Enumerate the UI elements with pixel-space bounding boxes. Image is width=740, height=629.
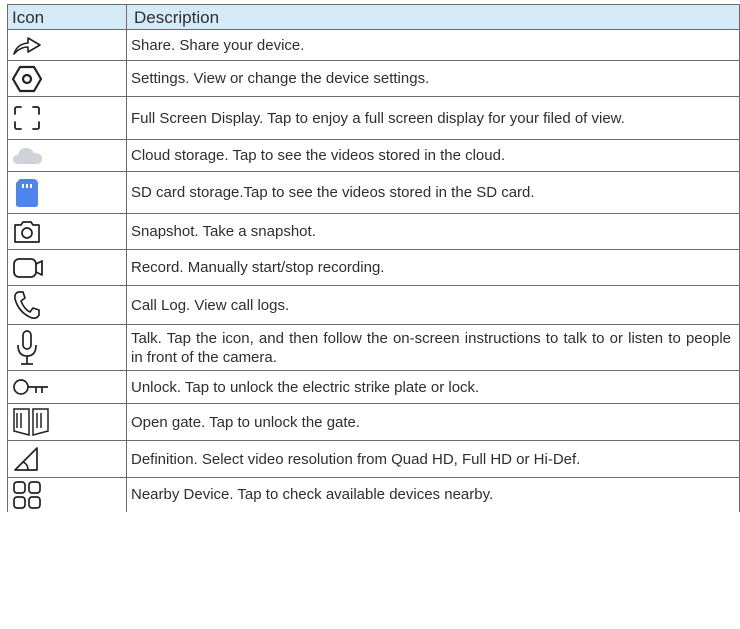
table-row: Talk. Tap the icon, and then follow the … bbox=[7, 324, 740, 371]
description-cell: Unlock. Tap to unlock the electric strik… bbox=[126, 370, 740, 404]
icon-cell bbox=[7, 403, 127, 441]
full-screen-icon bbox=[14, 106, 40, 130]
description-cell: Full Screen Display. Tap to enjoy a full… bbox=[126, 96, 740, 140]
table-row: Record. Manually start/stop recording. bbox=[7, 249, 740, 286]
icon-cell bbox=[7, 139, 127, 172]
description-cell: Snapshot. Take a snapshot. bbox=[126, 213, 740, 250]
column-header-icon: Icon bbox=[7, 4, 127, 30]
description-cell: SD card storage.Tap to see the videos st… bbox=[126, 171, 740, 214]
key-icon bbox=[13, 379, 48, 395]
table-row: Share. Share your device. bbox=[7, 29, 740, 61]
icon-cell bbox=[7, 249, 127, 286]
settings-icon bbox=[11, 65, 43, 92]
description-cell: Nearby Device. Tap to check available de… bbox=[126, 477, 740, 512]
icon-cell bbox=[7, 96, 127, 140]
table-row: Full Screen Display. Tap to enjoy a full… bbox=[7, 96, 740, 140]
video-camera-icon bbox=[13, 257, 43, 278]
table-row: Nearby Device. Tap to check available de… bbox=[7, 477, 740, 512]
icon-cell bbox=[7, 440, 127, 478]
icon-cell bbox=[7, 285, 127, 325]
table-row: SD card storage.Tap to see the videos st… bbox=[7, 171, 740, 214]
description-cell: Call Log. View call logs. bbox=[126, 285, 740, 325]
icon-cell bbox=[7, 324, 127, 371]
icon-cell bbox=[7, 370, 127, 404]
share-icon bbox=[13, 37, 41, 55]
table-row: Call Log. View call logs. bbox=[7, 285, 740, 325]
column-header-description: Description bbox=[126, 4, 740, 30]
table-row: Open gate. Tap to unlock the gate. bbox=[7, 403, 740, 441]
icon-cell bbox=[7, 171, 127, 214]
description-cell: Definition. Select video resolution from… bbox=[126, 440, 740, 478]
phone-icon bbox=[13, 291, 40, 320]
table-row: Definition. Select video resolution from… bbox=[7, 440, 740, 478]
icon-cell bbox=[7, 60, 127, 97]
icon-cell bbox=[7, 29, 127, 61]
icon-description-table: Icon Description Share. Share your devic… bbox=[7, 4, 740, 512]
gate-icon bbox=[13, 408, 49, 436]
description-cell: Talk. Tap the icon, and then follow the … bbox=[126, 324, 740, 371]
description-cell: Settings. View or change the device sett… bbox=[126, 60, 740, 97]
table-row: Cloud storage. Tap to see the videos sto… bbox=[7, 139, 740, 172]
sd-card-icon bbox=[16, 178, 38, 207]
description-cell: Open gate. Tap to unlock the gate. bbox=[126, 403, 740, 441]
nearby-device-icon bbox=[13, 480, 41, 509]
cloud-icon bbox=[13, 147, 42, 164]
table-header-row: Icon Description bbox=[7, 4, 740, 30]
description-cell: Record. Manually start/stop recording. bbox=[126, 249, 740, 286]
table-row: Snapshot. Take a snapshot. bbox=[7, 213, 740, 250]
table-row: Unlock. Tap to unlock the electric strik… bbox=[7, 370, 740, 404]
description-cell: Share. Share your device. bbox=[126, 29, 740, 61]
icon-cell bbox=[7, 213, 127, 250]
description-cell: Cloud storage. Tap to see the videos sto… bbox=[126, 139, 740, 172]
camera-icon bbox=[14, 220, 40, 243]
table-row: Settings. View or change the device sett… bbox=[7, 60, 740, 97]
icon-cell bbox=[7, 477, 127, 512]
microphone-icon bbox=[17, 329, 37, 365]
definition-icon bbox=[14, 447, 38, 471]
